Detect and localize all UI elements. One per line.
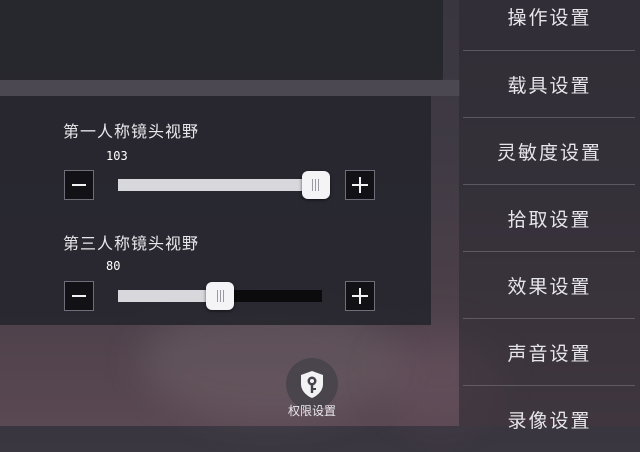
first-person-fov-label: 第一人称镜头视野 — [63, 122, 200, 141]
first-person-fov-slider-fill — [118, 179, 316, 191]
sidebar-item-label: 录像设置 — [507, 409, 592, 432]
key-shield-icon — [301, 371, 323, 398]
panel-divider — [0, 80, 460, 96]
permission-settings-label: 权限设置 — [287, 404, 336, 418]
plus-icon — [352, 177, 368, 193]
sidebar-item-label: 拾取设置 — [507, 208, 592, 231]
sidebar-item-vehicle[interactable]: 载具设置 — [459, 51, 640, 117]
sidebar-item-label: 载具设置 — [507, 74, 592, 97]
first-person-fov-decrease-button[interactable] — [64, 170, 94, 200]
sidebar-item-label: 效果设置 — [507, 275, 592, 298]
minus-icon — [72, 184, 86, 186]
third-person-fov-slider-fill — [118, 290, 220, 302]
first-person-fov-slider-thumb[interactable] — [301, 171, 330, 199]
grip-line — [312, 179, 314, 191]
third-person-fov-label: 第三人称镜头视野 — [63, 234, 200, 253]
sidebar-item-sensitivity[interactable]: 灵敏度设置 — [459, 118, 640, 184]
sidebar-item-pickup[interactable]: 拾取设置 — [459, 185, 640, 251]
third-person-fov-value: 80 — [106, 259, 121, 273]
sidebar-item-label: 灵敏度设置 — [496, 141, 602, 164]
first-person-fov-value: 103 — [106, 149, 128, 163]
sidebar-item-label: 操作设置 — [507, 6, 592, 29]
sidebar-item-label: 声音设置 — [507, 342, 592, 365]
minus-icon — [72, 295, 86, 297]
third-person-fov-increase-button[interactable] — [345, 281, 375, 311]
grip-line — [222, 290, 224, 302]
first-person-fov-increase-button[interactable] — [345, 170, 375, 200]
plus-icon — [352, 288, 368, 304]
grip-line — [318, 179, 320, 191]
third-person-fov-slider-thumb[interactable] — [206, 282, 234, 310]
settings-sidebar: 操作设置 载具设置 灵敏度设置 拾取设置 效果设置 声音设置 录像设置 — [459, 0, 640, 432]
sidebar-item-sound[interactable]: 声音设置 — [459, 319, 640, 385]
settings-panel-top — [0, 0, 443, 80]
sidebar-item-recording[interactable]: 录像设置 — [459, 386, 640, 452]
sidebar-item-effects[interactable]: 效果设置 — [459, 252, 640, 318]
permission-settings-button[interactable]: 权限设置 — [282, 358, 342, 424]
grip-line — [219, 290, 221, 302]
first-person-fov-slider[interactable] — [118, 179, 322, 191]
fov-settings-panel: 第一人称镜头视野 103 第三人称镜头视野 80 — [0, 96, 431, 325]
grip-line — [216, 290, 218, 302]
third-person-fov-decrease-button[interactable] — [64, 281, 94, 311]
grip-line — [315, 179, 317, 191]
sidebar-item-controls[interactable]: 操作设置 — [459, 0, 640, 49]
